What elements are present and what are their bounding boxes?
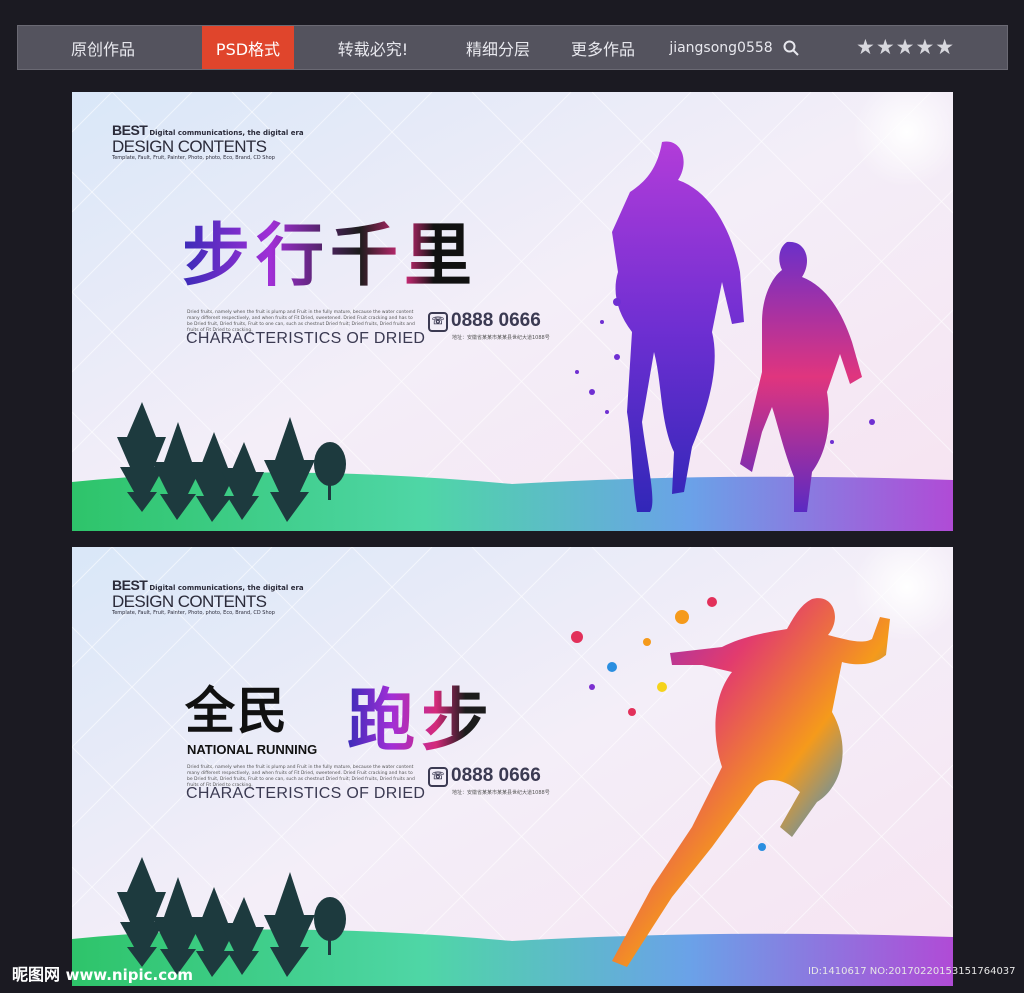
image-id-watermark: ID:1410617 NO:20170220153151764037 bbox=[808, 966, 1016, 977]
headline: 步行千里 bbox=[182, 200, 478, 299]
nav-fine-layers[interactable]: 精细分层 bbox=[438, 26, 558, 69]
banner-walking: BEST Digital communications, the digital … bbox=[72, 92, 953, 531]
phone-icon: ☏ bbox=[428, 312, 448, 332]
brand-block: BEST Digital communications, the digital … bbox=[112, 575, 304, 617]
site-watermark: 昵图网 www.nipic.com bbox=[12, 961, 193, 985]
national-running-label: NATIONAL RUNNING bbox=[187, 742, 318, 757]
headline: 跑步 bbox=[347, 665, 495, 764]
site-name: 昵图网 bbox=[12, 965, 61, 984]
phone-icon: ☏ bbox=[428, 767, 448, 787]
rating-stars-icon: ★★★★★ bbox=[856, 35, 956, 59]
characteristics-heading: CHARACTERISTICS OF DRIED bbox=[186, 785, 426, 802]
nav-original-works[interactable]: 原创作品 bbox=[18, 26, 188, 69]
top-nav-bar: 原创作品 PSD格式 转载必究! 精细分层 更多作品 jiangsong0558… bbox=[17, 25, 1008, 70]
nav-reprint-warning[interactable]: 转载必究! bbox=[318, 26, 428, 69]
brand-best: BEST bbox=[112, 122, 148, 138]
brand-small-text: Template, Fault, Fruit, Painter, Photo, … bbox=[112, 610, 275, 616]
banner-running: BEST Digital communications, the digital … bbox=[72, 547, 953, 986]
phone-number-text: 0888 0666 bbox=[451, 310, 541, 331]
brand-block: BEST Digital communications, the digital … bbox=[112, 120, 304, 162]
brand-tagline: Digital communications, the digital era bbox=[149, 584, 304, 592]
characteristics-heading: CHARACTERISTICS OF DRIED bbox=[186, 330, 426, 347]
phone-number: ☏ 0888 0666 bbox=[428, 310, 541, 332]
search-icon[interactable] bbox=[783, 40, 799, 56]
phone-number: ☏ 0888 0666 bbox=[428, 765, 541, 787]
nav-psd-format[interactable]: PSD格式 bbox=[202, 26, 294, 69]
brand-best: BEST bbox=[112, 577, 148, 593]
phone-number-text: 0888 0666 bbox=[451, 765, 541, 786]
brand-small-text: Template, Fault, Fruit, Painter, Photo, … bbox=[112, 155, 275, 161]
address-text: 地址：安徽省某某市某某县世纪大道1088号 bbox=[452, 790, 550, 796]
headline-block-text: 全民 bbox=[185, 681, 289, 740]
nav-username[interactable]: jiangsong0558 bbox=[666, 26, 776, 69]
site-url: www.nipic.com bbox=[65, 966, 194, 984]
brand-tagline: Digital communications, the digital era bbox=[149, 129, 304, 137]
address-text: 地址：安徽省某某市某某县世纪大道1088号 bbox=[452, 335, 550, 341]
brand-design-contents: DESIGN CONTENTS bbox=[112, 592, 267, 611]
brand-design-contents: DESIGN CONTENTS bbox=[112, 137, 267, 156]
nav-more-works[interactable]: 更多作品 bbox=[558, 26, 648, 69]
